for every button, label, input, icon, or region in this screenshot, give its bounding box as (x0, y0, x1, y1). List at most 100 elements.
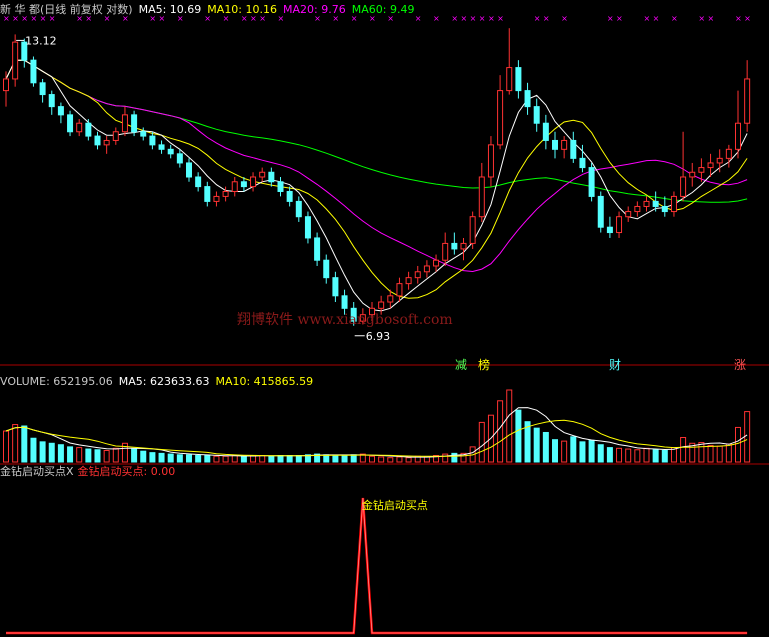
volume-bar (231, 455, 238, 463)
volume-bar (405, 457, 412, 463)
top-marker: × (735, 14, 742, 23)
volume-bar (552, 439, 558, 463)
candle-body (588, 167, 595, 197)
candle-body (250, 176, 257, 188)
volume-bar (213, 455, 220, 463)
candle-body (378, 301, 385, 309)
candle-body (634, 205, 641, 213)
candle-body (570, 139, 577, 159)
volume-bar (369, 455, 375, 463)
candle-body (515, 67, 522, 92)
volume-bar (158, 452, 165, 463)
moving-average-lines (5, 59, 748, 312)
signal-line-highlight (6, 497, 748, 634)
volume-bar (744, 411, 751, 463)
ma10-label: MA10: 10.16 (207, 3, 278, 16)
volume-bar (176, 454, 183, 463)
candle-body (680, 176, 687, 197)
volume-bar (561, 440, 568, 463)
candle-body (460, 242, 467, 250)
candle-body (744, 78, 751, 124)
candle-body (487, 144, 494, 178)
candle-body (259, 171, 266, 178)
volume-bar (652, 449, 659, 463)
volume-bar (295, 455, 302, 463)
price-header: 新 华 都(日线 前复权 对数) MA5: 10.69 MA10: 10.16 MA2… (0, 3, 420, 16)
volume-bar (579, 441, 586, 463)
volume-bar (506, 389, 513, 463)
volume-label: VOLUME: 652195.06 (0, 375, 113, 388)
candle-body (670, 195, 677, 213)
ma60-label: MA60: 9.49 (351, 3, 415, 16)
volume-bar (350, 454, 357, 463)
ma5-line (5, 59, 748, 312)
volume-bar (625, 448, 632, 463)
candle-body (506, 67, 513, 92)
top-marker: × (671, 14, 678, 23)
volume-bar (140, 450, 147, 463)
volume-bar (725, 443, 732, 463)
top-marker: × (561, 14, 568, 23)
candle-body (725, 148, 732, 159)
candle-body (240, 181, 247, 188)
candle-body (606, 226, 613, 234)
volume-bar (606, 447, 613, 463)
volume-bar (277, 455, 284, 463)
top-marker: × (653, 14, 660, 23)
badge-reduce[interactable]: 减 (455, 358, 467, 372)
candle-body (387, 295, 394, 303)
volume-bar (204, 455, 211, 463)
badge-rise[interactable]: 涨 (734, 357, 746, 372)
candle-body (698, 167, 705, 173)
stock-title[interactable]: 新 华 都(日线 前复权 对数) (0, 3, 133, 16)
volume-bar (442, 453, 449, 463)
volume-bar (597, 444, 604, 463)
volume-bar (680, 437, 687, 463)
candlestick-series[interactable] (3, 28, 751, 326)
top-marker: × (607, 14, 614, 23)
watermark-text: 翔博软件 www.xiangbosoft.com (237, 311, 453, 328)
volume-bar (423, 456, 430, 463)
indicator-signal[interactable] (6, 497, 748, 635)
candle-body (478, 176, 485, 218)
top-marker: × (534, 14, 541, 23)
volume-bar (21, 425, 28, 463)
candle-body (552, 139, 558, 150)
high-price-label: 13.12 (25, 34, 57, 47)
candle-body (735, 122, 741, 150)
candle-body (414, 271, 421, 279)
candle-body (67, 114, 74, 133)
candle-body (323, 259, 330, 279)
candle-body (561, 139, 568, 150)
candle-body (423, 265, 430, 273)
top-marker: × (470, 14, 477, 23)
candle-body (295, 200, 302, 218)
candle-body (149, 135, 156, 146)
volume-bar (735, 426, 741, 463)
candle-body (433, 259, 440, 267)
volume-bar (707, 444, 714, 463)
volume-bar (716, 445, 723, 463)
volume-bar (195, 455, 202, 463)
candle-body (716, 157, 723, 164)
chart-canvas[interactable]: × × × × × × × × × × × × × × × × × × × × × × × × × × × × × × × × × × × × × × × ×… (0, 0, 769, 637)
badge-finance[interactable]: 财 (609, 358, 621, 372)
volume-bar (67, 446, 74, 463)
candle-body (661, 205, 668, 213)
candle-body (3, 78, 9, 92)
candle-body (469, 216, 476, 244)
indicator-header: 金钻启动买点X 金钻启动买点: 0.00 (0, 465, 181, 478)
candle-body (304, 216, 311, 239)
candle-body (524, 90, 531, 108)
indicator-name-label[interactable]: 金钻启动买点X (0, 465, 74, 478)
badge-list[interactable]: 榜 (478, 357, 490, 372)
candle-body (121, 114, 128, 133)
candle-body (286, 190, 293, 202)
candle-body (533, 106, 540, 124)
volume-bar (76, 447, 83, 463)
volume-ma10-label: MA10: 415865.59 (215, 375, 314, 388)
volume-bars[interactable] (3, 389, 751, 463)
candle-body (30, 59, 37, 84)
candle-body (396, 283, 403, 297)
volume-bar (661, 449, 668, 463)
